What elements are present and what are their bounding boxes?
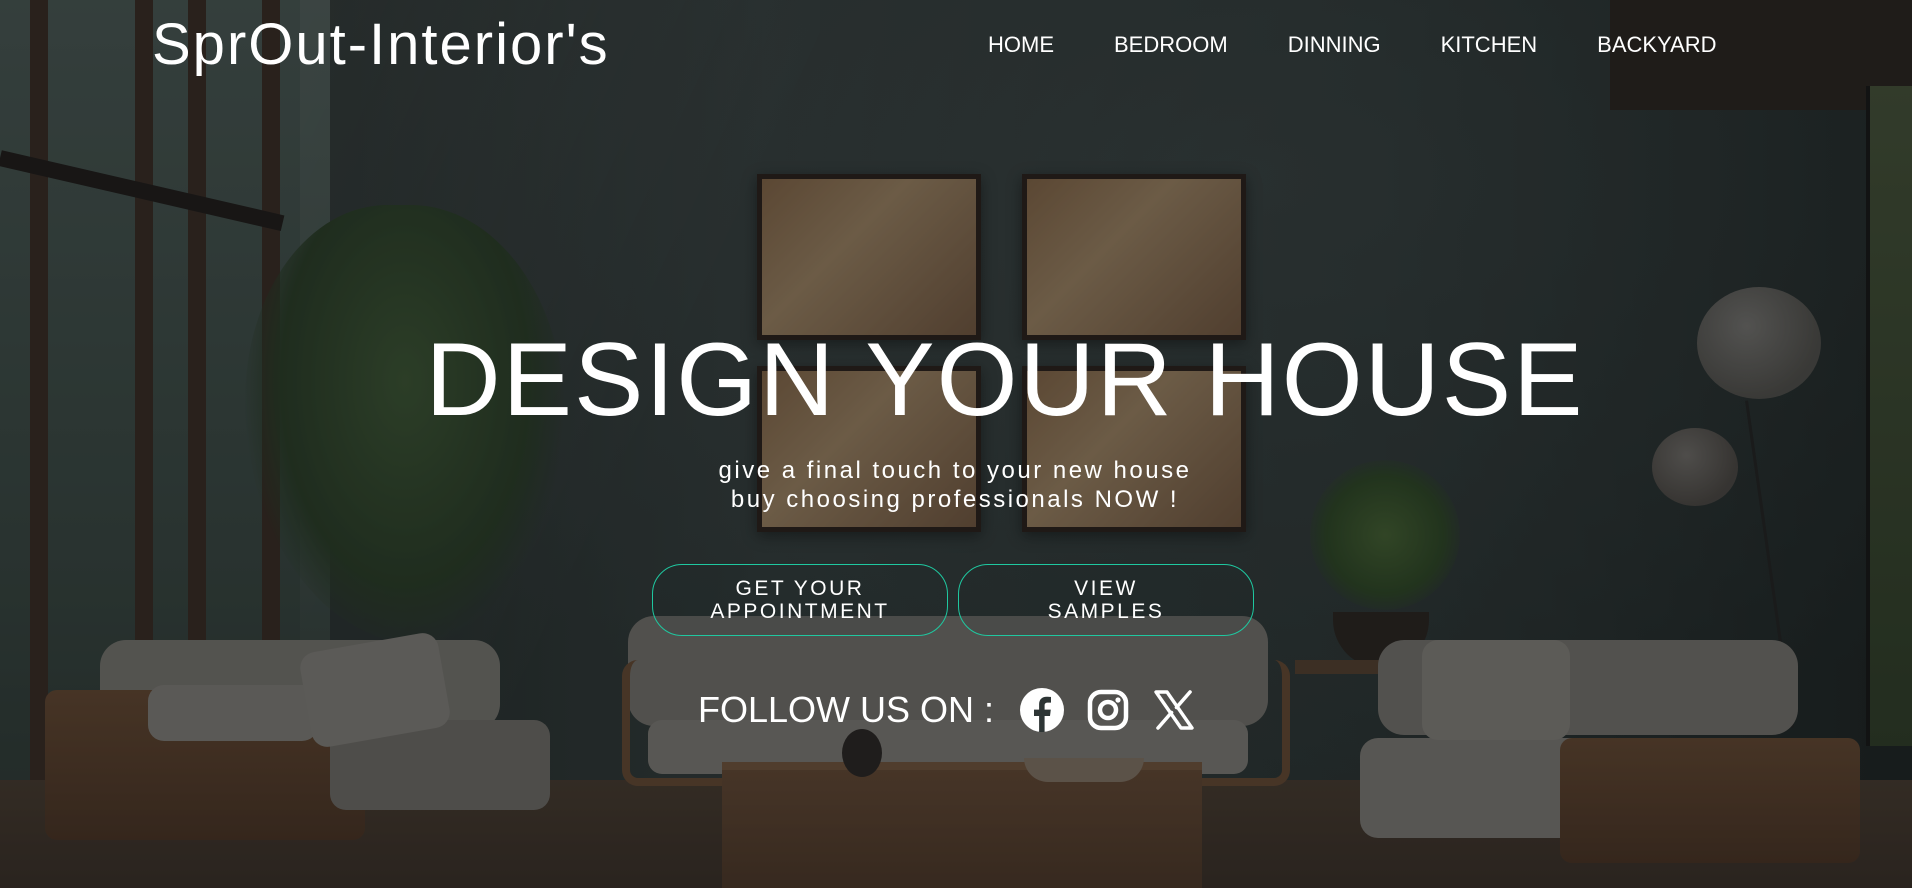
bowl <box>1024 758 1144 782</box>
view-samples-button[interactable]: VIEW SAMPLES <box>958 564 1254 636</box>
nav-bedroom[interactable]: BEDROOM <box>1114 34 1228 56</box>
nav-home[interactable]: HOME <box>988 34 1054 56</box>
side-table <box>1295 660 1445 674</box>
button-label-line-1: VIEW <box>1074 577 1138 600</box>
window-beam <box>0 150 285 232</box>
main-nav: HOME BEDROOM DINNING KITCHEN BACKYARD <box>988 34 1717 56</box>
hero-section: SprOut-Interior's HOME BEDROOM DINNING K… <box>0 0 1912 888</box>
coffee-table <box>722 762 1202 888</box>
sofa-right <box>1378 640 1798 735</box>
tagline-line-2: buy choosing professionals NOW ! <box>730 486 1180 513</box>
cushion <box>1422 640 1570 740</box>
x-icon[interactable] <box>1150 686 1198 734</box>
wall-art-frame <box>1022 174 1246 340</box>
sunlight-shaft <box>300 0 820 888</box>
brand-logo[interactable]: SprOut-Interior's <box>152 16 610 74</box>
follow-us-label: FOLLOW US ON : <box>698 689 995 730</box>
facebook-icon[interactable] <box>1018 686 1066 734</box>
button-label-line-1: GET YOUR <box>735 577 865 600</box>
background-floor <box>0 780 1912 888</box>
nav-dinning[interactable]: DINNING <box>1288 34 1381 56</box>
hero-headline: DESIGN YOUR HOUSE <box>425 322 1585 438</box>
lamp-pole <box>1745 400 1794 728</box>
vase <box>842 729 882 777</box>
background-window <box>0 0 330 888</box>
wall-art-frame <box>757 174 981 340</box>
nav-kitchen[interactable]: KITCHEN <box>1441 34 1538 56</box>
sofa-right-arm <box>1560 738 1860 863</box>
get-appointment-button[interactable]: GET YOUR APPOINTMENT <box>652 564 948 636</box>
sofa-right-seat <box>1360 738 1690 838</box>
button-label-line-2: APPOINTMENT <box>710 600 890 623</box>
hero-tagline: give a final touch to your new house buy… <box>650 456 1260 514</box>
nav-backyard[interactable]: BACKYARD <box>1597 34 1716 56</box>
plant-right <box>1310 460 1460 610</box>
dark-overlay <box>0 0 1912 888</box>
instagram-icon[interactable] <box>1084 686 1132 734</box>
sofa-left-seat <box>330 720 550 810</box>
sofa-left-arm <box>45 690 365 840</box>
cushion <box>148 685 318 741</box>
sofa-left <box>100 640 500 730</box>
follow-us-row: FOLLOW US ON : <box>698 686 1198 734</box>
pendant-lamp <box>1652 428 1738 506</box>
button-label-line-2: SAMPLES <box>1047 600 1165 623</box>
plant-pot <box>1333 612 1429 668</box>
background-wall <box>0 0 1912 888</box>
tagline-line-1: give a final touch to your new house <box>718 457 1192 484</box>
cushion <box>297 630 453 750</box>
